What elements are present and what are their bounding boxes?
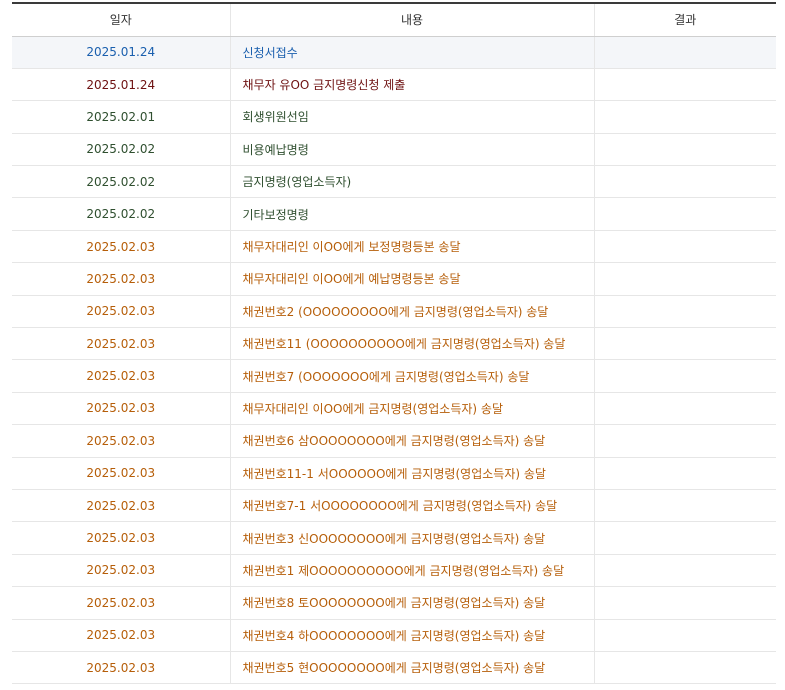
row-result — [593, 424, 776, 458]
row-content: 채권번호7 (OOOOOOO에게 금지명령(영업소득자) 송달 — [229, 359, 594, 393]
table-row: 2025.02.03 채무자대리인 이OO에게 보정명령등본 송달 — [12, 230, 776, 264]
row-result — [593, 68, 776, 102]
row-date: 2025.02.03 — [12, 392, 230, 426]
row-content: 채권번호11-1 서OOOOOO에게 금지명령(영업소득자) 송달 — [229, 457, 594, 490]
case-progress-table-container: 일자 내용 결과 2025.01.24 신청서접수 2025.01.24 채무자 유O… — [12, 2, 776, 685]
row-content: 신청서접수 — [229, 36, 594, 69]
row-content: 채권번호7-1 서OOOOOOOO에게 금지명령(영업소득자) 송달 — [229, 489, 594, 523]
row-content: 기타보정명령 — [229, 197, 594, 231]
row-result — [593, 521, 776, 555]
row-date: 2025.02.03 — [12, 230, 230, 264]
row-date: 2025.02.02 — [12, 165, 230, 199]
row-content: 채권번호2 (OOOOOOOOO에게 금지명령(영업소득자) 송달 — [229, 295, 594, 329]
row-result — [593, 457, 776, 490]
row-date: 2025.02.01 — [12, 100, 230, 134]
header-result: 결과 — [593, 2, 776, 37]
row-result — [593, 262, 776, 296]
row-content: 채권번호4 하OOOOOOOO에게 금지명령(영업소득자) 송달 — [229, 619, 594, 652]
row-date: 2025.02.03 — [12, 651, 230, 685]
row-content: 채무자대리인 이OO에게 보정명령등본 송달 — [229, 230, 594, 264]
row-content: 채권번호11 (OOOOOOOOOO에게 금지명령(영업소득자) 송달 — [229, 327, 594, 361]
table-row: 2025.02.02 기타보정명령 — [12, 197, 776, 231]
table-row: 2025.02.03 채권번호1 제OOOOOOOOOO에게 금지명령(영업소득자… — [12, 554, 776, 588]
row-date: 2025.02.02 — [12, 197, 230, 231]
row-result — [593, 586, 776, 620]
table-row: 2025.02.03 채권번호7 (OOOOOOO에게 금지명령(영업소득자) 송… — [12, 359, 776, 393]
row-result — [593, 489, 776, 523]
header-content: 내용 — [229, 2, 594, 37]
row-result — [593, 295, 776, 329]
table-row: 2025.02.02 금지명령(영업소득자) — [12, 165, 776, 199]
table-row: 2025.02.03 채권번호2 (OOOOOOOOO에게 금지명령(영업소득자)… — [12, 295, 776, 329]
row-result — [593, 327, 776, 361]
table-body: 2025.01.24 신청서접수 2025.01.24 채무자 유OO 금지명령신청 … — [12, 36, 776, 685]
row-date: 2025.02.03 — [12, 554, 230, 588]
table-row: 2025.01.24 채무자 유OO 금지명령신청 제출 — [12, 68, 776, 102]
row-result — [593, 651, 776, 685]
table-row: 2025.02.03 채권번호11-1 서OOOOOO에게 금지명령(영업소득자)… — [12, 457, 776, 490]
table-row: 2025.02.03 채권번호6 삼OOOOOOOO에게 금지명령(영업소득자) … — [12, 424, 776, 458]
row-content: 채권번호8 토OOOOOOOO에게 금지명령(영업소득자) 송달 — [229, 586, 594, 620]
row-date: 2025.02.03 — [12, 489, 230, 523]
row-date: 2025.02.02 — [12, 133, 230, 167]
table-row: 2025.02.03 채권번호7-1 서OOOOOOOO에게 금지명령(영업소득자… — [12, 489, 776, 523]
row-date: 2025.01.24 — [12, 68, 230, 102]
row-result — [593, 619, 776, 652]
table-header: 일자 내용 결과 — [12, 2, 776, 37]
row-date: 2025.02.03 — [12, 586, 230, 620]
row-result — [593, 133, 776, 167]
row-date: 2025.02.03 — [12, 521, 230, 555]
table-row: 2025.02.03 채권번호8 토OOOOOOOO에게 금지명령(영업소득자) … — [12, 586, 776, 620]
table-row: 2025.02.02 비용예납명령 — [12, 133, 776, 167]
row-result — [593, 197, 776, 231]
header-row: 일자 내용 결과 — [12, 2, 776, 37]
row-result — [593, 554, 776, 588]
table-row: 2025.02.03 채권번호5 현OOOOOOOO에게 금지명령(영업소득자) … — [12, 651, 776, 685]
table-row: 2025.02.03 채무자대리인 이OO에게 금지명령(영업소득자) 송달 — [12, 392, 776, 426]
header-date: 일자 — [12, 2, 230, 37]
row-result — [593, 36, 776, 69]
row-content: 채무자 유OO 금지명령신청 제출 — [229, 68, 594, 102]
row-result — [593, 230, 776, 264]
table-row: 2025.02.03 채무자대리인 이OO에게 예납명령등본 송달 — [12, 262, 776, 296]
row-date: 2025.02.03 — [12, 295, 230, 329]
row-content: 채권번호1 제OOOOOOOOOO에게 금지명령(영업소득자) 송달 — [229, 554, 594, 588]
row-date: 2025.02.03 — [12, 359, 230, 393]
row-content: 채무자대리인 이OO에게 금지명령(영업소득자) 송달 — [229, 392, 594, 426]
row-content: 채권번호3 신OOOOOOOO에게 금지명령(영업소득자) 송달 — [229, 521, 594, 555]
row-content: 채무자대리인 이OO에게 예납명령등본 송달 — [229, 262, 594, 296]
table-row: 2025.02.03 채권번호3 신OOOOOOOO에게 금지명령(영업소득자) … — [12, 521, 776, 555]
row-content: 채권번호5 현OOOOOOOO에게 금지명령(영업소득자) 송달 — [229, 651, 594, 685]
row-result — [593, 359, 776, 393]
row-date: 2025.02.03 — [12, 262, 230, 296]
table-row: 2025.02.03 채권번호4 하OOOOOOOO에게 금지명령(영업소득자) … — [12, 619, 776, 652]
table-row: 2025.01.24 신청서접수 — [12, 36, 776, 69]
case-progress-table: 일자 내용 결과 2025.01.24 신청서접수 2025.01.24 채무자 유O… — [12, 2, 776, 685]
row-result — [593, 392, 776, 426]
table-row: 2025.02.01 회생위원선임 — [12, 100, 776, 134]
row-date: 2025.01.24 — [12, 36, 230, 69]
row-date: 2025.02.03 — [12, 327, 230, 361]
row-date: 2025.02.03 — [12, 457, 230, 490]
row-date: 2025.02.03 — [12, 424, 230, 458]
row-content: 회생위원선임 — [229, 100, 594, 134]
row-content: 채권번호6 삼OOOOOOOO에게 금지명령(영업소득자) 송달 — [229, 424, 594, 458]
row-content: 금지명령(영업소득자) — [229, 165, 594, 199]
row-result — [593, 165, 776, 199]
row-date: 2025.02.03 — [12, 619, 230, 652]
row-result — [593, 100, 776, 134]
row-content: 비용예납명령 — [229, 133, 594, 167]
table-row: 2025.02.03 채권번호11 (OOOOOOOOOO에게 금지명령(영업소득… — [12, 327, 776, 361]
